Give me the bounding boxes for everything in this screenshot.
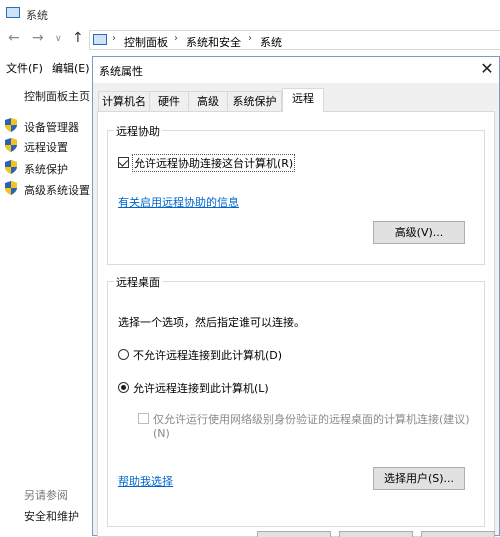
control-panel-icon: [93, 34, 107, 45]
remote-assistance-info-link[interactable]: 有关启用远程协助的信息: [118, 194, 239, 210]
tab-remote[interactable]: 远程: [282, 88, 324, 112]
shield-icon: [5, 181, 17, 195]
system-properties-dialog: 系统属性 ✕ 计算机名 硬件 高级 系统保护 远程 远程协助 允许远程协助连接这…: [92, 56, 500, 537]
address-bar[interactable]: › 控制面板 › 系统和安全 › 系统: [89, 30, 500, 50]
remote-desktop-instruction: 选择一个选项，然后指定谁可以连接。: [118, 316, 305, 329]
system-icon: [6, 7, 20, 18]
up-icon[interactable]: ↑: [72, 30, 84, 46]
remote-desktop-title: 远程桌面: [114, 274, 162, 290]
back-icon[interactable]: ←: [8, 30, 20, 46]
breadcrumb-separator-icon[interactable]: ›: [112, 33, 116, 44]
security-maintenance-link[interactable]: 安全和维护: [24, 508, 79, 524]
left-pane: 控制面板主页 设备管理器 远程设置 系统保护 高级系统设置 另请参阅 安全和维护: [0, 76, 96, 534]
shield-icon: [5, 118, 17, 132]
nla-only-label[interactable]: 仅允许运行使用网络级别身份验证的远程桌面的计算机连接(建议): [153, 411, 470, 427]
deny-remote-label[interactable]: 不允许远程连接到此计算机(D): [133, 347, 282, 363]
shield-icon: [5, 160, 17, 174]
forward-icon[interactable]: →: [32, 30, 44, 46]
advanced-button[interactable]: 高级(V)...: [373, 221, 465, 244]
tab-advanced[interactable]: 高级: [188, 91, 228, 111]
menu-edit[interactable]: 编辑(E): [52, 60, 90, 76]
ok-button[interactable]: [257, 531, 331, 537]
shield-icon: [5, 138, 17, 152]
window-title: 系统: [26, 9, 48, 22]
see-also-heading: 另请参阅: [24, 489, 68, 502]
dialog-title: 系统属性: [99, 65, 143, 78]
breadcrumb-control-panel[interactable]: 控制面板: [124, 34, 168, 50]
menu-bar: 文件(F) 编辑(E): [0, 56, 96, 76]
dialog-titlebar: 系统属性 ✕: [93, 57, 499, 83]
allow-remote-radio[interactable]: [118, 382, 129, 393]
sidebar-item-remote-settings[interactable]: 远程设置: [24, 139, 68, 155]
chevron-down-icon[interactable]: ∨: [55, 34, 62, 44]
breadcrumb-system-security[interactable]: 系统和安全: [186, 34, 241, 50]
breadcrumb-separator-icon[interactable]: ›: [174, 33, 178, 44]
cancel-button[interactable]: [339, 531, 413, 537]
tab-system-protection[interactable]: 系统保护: [227, 91, 282, 111]
allow-remote-assistance-checkbox[interactable]: [118, 157, 129, 168]
sidebar-item-system-protection[interactable]: 系统保护: [24, 161, 68, 177]
allow-remote-assistance-label[interactable]: 允许远程协助连接这台计算机(R): [131, 154, 296, 172]
tab-computer-name[interactable]: 计算机名: [98, 91, 150, 111]
sidebar-item-advanced-settings[interactable]: 高级系统设置: [24, 182, 90, 198]
apply-button[interactable]: [421, 531, 495, 537]
breadcrumb-separator-icon[interactable]: ›: [248, 33, 252, 44]
remote-tab-panel: 远程协助 允许远程协助连接这台计算机(R) 有关启用远程协助的信息 高级(V).…: [97, 111, 495, 537]
nla-only-checkbox[interactable]: [138, 413, 149, 424]
window-titlebar: 系统: [0, 0, 500, 28]
select-users-button[interactable]: 选择用户(S)...: [373, 467, 465, 490]
close-icon[interactable]: ✕: [477, 59, 497, 79]
deny-remote-radio[interactable]: [118, 349, 129, 360]
allow-remote-label[interactable]: 允许远程连接到此计算机(L): [133, 380, 269, 396]
nla-only-label-shortcut[interactable]: (N): [153, 427, 170, 440]
sidebar-item-device-manager[interactable]: 设备管理器: [24, 119, 79, 135]
breadcrumb-system[interactable]: 系统: [260, 34, 282, 50]
menu-file[interactable]: 文件(F): [6, 60, 43, 76]
help-me-choose-link[interactable]: 帮助我选择: [118, 473, 173, 489]
tab-hardware[interactable]: 硬件: [149, 91, 189, 111]
control-panel-home-link[interactable]: 控制面板主页: [24, 88, 90, 104]
remote-assistance-title: 远程协助: [114, 123, 162, 139]
